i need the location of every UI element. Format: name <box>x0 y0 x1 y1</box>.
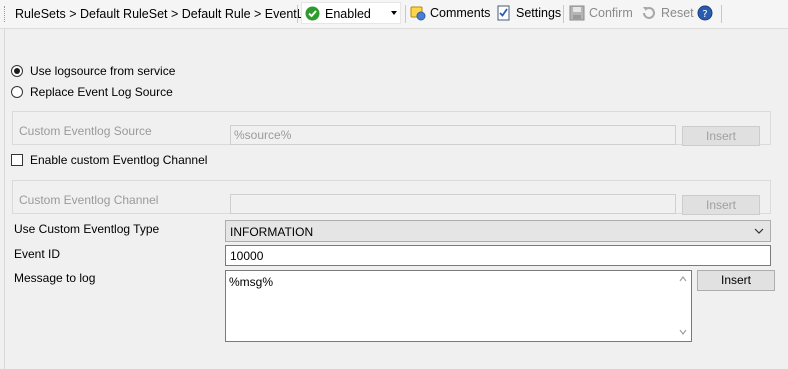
reset-label: Reset <box>661 6 694 20</box>
help-button[interactable]: ? <box>697 4 715 24</box>
radio-label: Replace Event Log Source <box>30 85 173 99</box>
radio-label: Use logsource from service <box>30 64 176 78</box>
message-textarea[interactable]: %msg% <box>225 270 692 342</box>
confirm-label: Confirm <box>589 6 633 20</box>
scroll-down-icon[interactable] <box>679 329 687 335</box>
enable-custom-channel-checkbox[interactable] <box>11 154 23 166</box>
custom-channel-insert-button[interactable]: Insert <box>682 195 760 215</box>
svg-text:?: ? <box>702 9 707 20</box>
eventlog-type-label: Use Custom Eventlog Type <box>14 222 160 236</box>
message-insert-button[interactable]: Insert <box>697 270 775 291</box>
toolbar-separator <box>297 5 298 23</box>
eventlog-type-value: INFORMATION <box>230 225 314 239</box>
radio-button[interactable] <box>11 86 23 98</box>
event-id-input[interactable]: 10000 <box>225 245 771 266</box>
custom-channel-group: Custom Eventlog Channel Insert <box>12 180 771 215</box>
chevron-down-icon <box>391 11 397 15</box>
custom-source-insert-button[interactable]: Insert <box>682 126 760 146</box>
radio-button[interactable] <box>11 65 23 77</box>
toolbar-separator <box>721 5 722 23</box>
status-value: Enabled <box>325 7 371 21</box>
message-value: %msg% <box>229 275 274 289</box>
reset-icon <box>643 7 655 19</box>
custom-channel-label: Custom Eventlog Channel <box>19 193 159 207</box>
custom-channel-input[interactable] <box>230 194 676 214</box>
check-circle-icon <box>305 6 320 21</box>
event-id-label: Event ID <box>14 247 61 261</box>
custom-source-input[interactable]: %source% <box>230 125 676 145</box>
comments-label: Comments <box>430 6 491 20</box>
checkbox-label: Enable custom Eventlog Channel <box>30 153 208 167</box>
eventlog-type-select[interactable]: INFORMATION <box>225 220 771 242</box>
help-icon: ? <box>697 5 713 21</box>
reset-button[interactable]: Reset <box>641 4 694 24</box>
breadcrumb: RuleSets > Default RuleSet > Default Rul… <box>15 7 318 21</box>
custom-source-label: Custom Eventlog Source <box>19 124 152 138</box>
comments-button[interactable]: Comments <box>410 4 490 24</box>
message-label: Message to log <box>14 271 96 285</box>
custom-source-group: Custom Eventlog Source %source% Insert <box>12 111 771 146</box>
toolbar: RuleSets > Default RuleSet > Default Rul… <box>0 0 788 29</box>
settings-label: Settings <box>516 6 562 20</box>
vertical-scrollbar[interactable] <box>675 271 691 341</box>
settings-button[interactable]: Settings <box>496 4 562 24</box>
toolbar-separator <box>405 5 406 23</box>
scroll-up-icon[interactable] <box>679 276 687 282</box>
status-dropdown[interactable]: Enabled <box>301 2 401 24</box>
save-icon <box>569 5 585 21</box>
toolbar-grip[interactable] <box>4 6 7 22</box>
checklist-icon <box>497 5 510 21</box>
confirm-button[interactable]: Confirm <box>569 4 635 24</box>
chevron-down-icon <box>754 228 764 234</box>
comments-icon <box>410 6 426 21</box>
toolbar-separator <box>563 5 564 23</box>
event-id-value: 10000 <box>230 249 264 263</box>
